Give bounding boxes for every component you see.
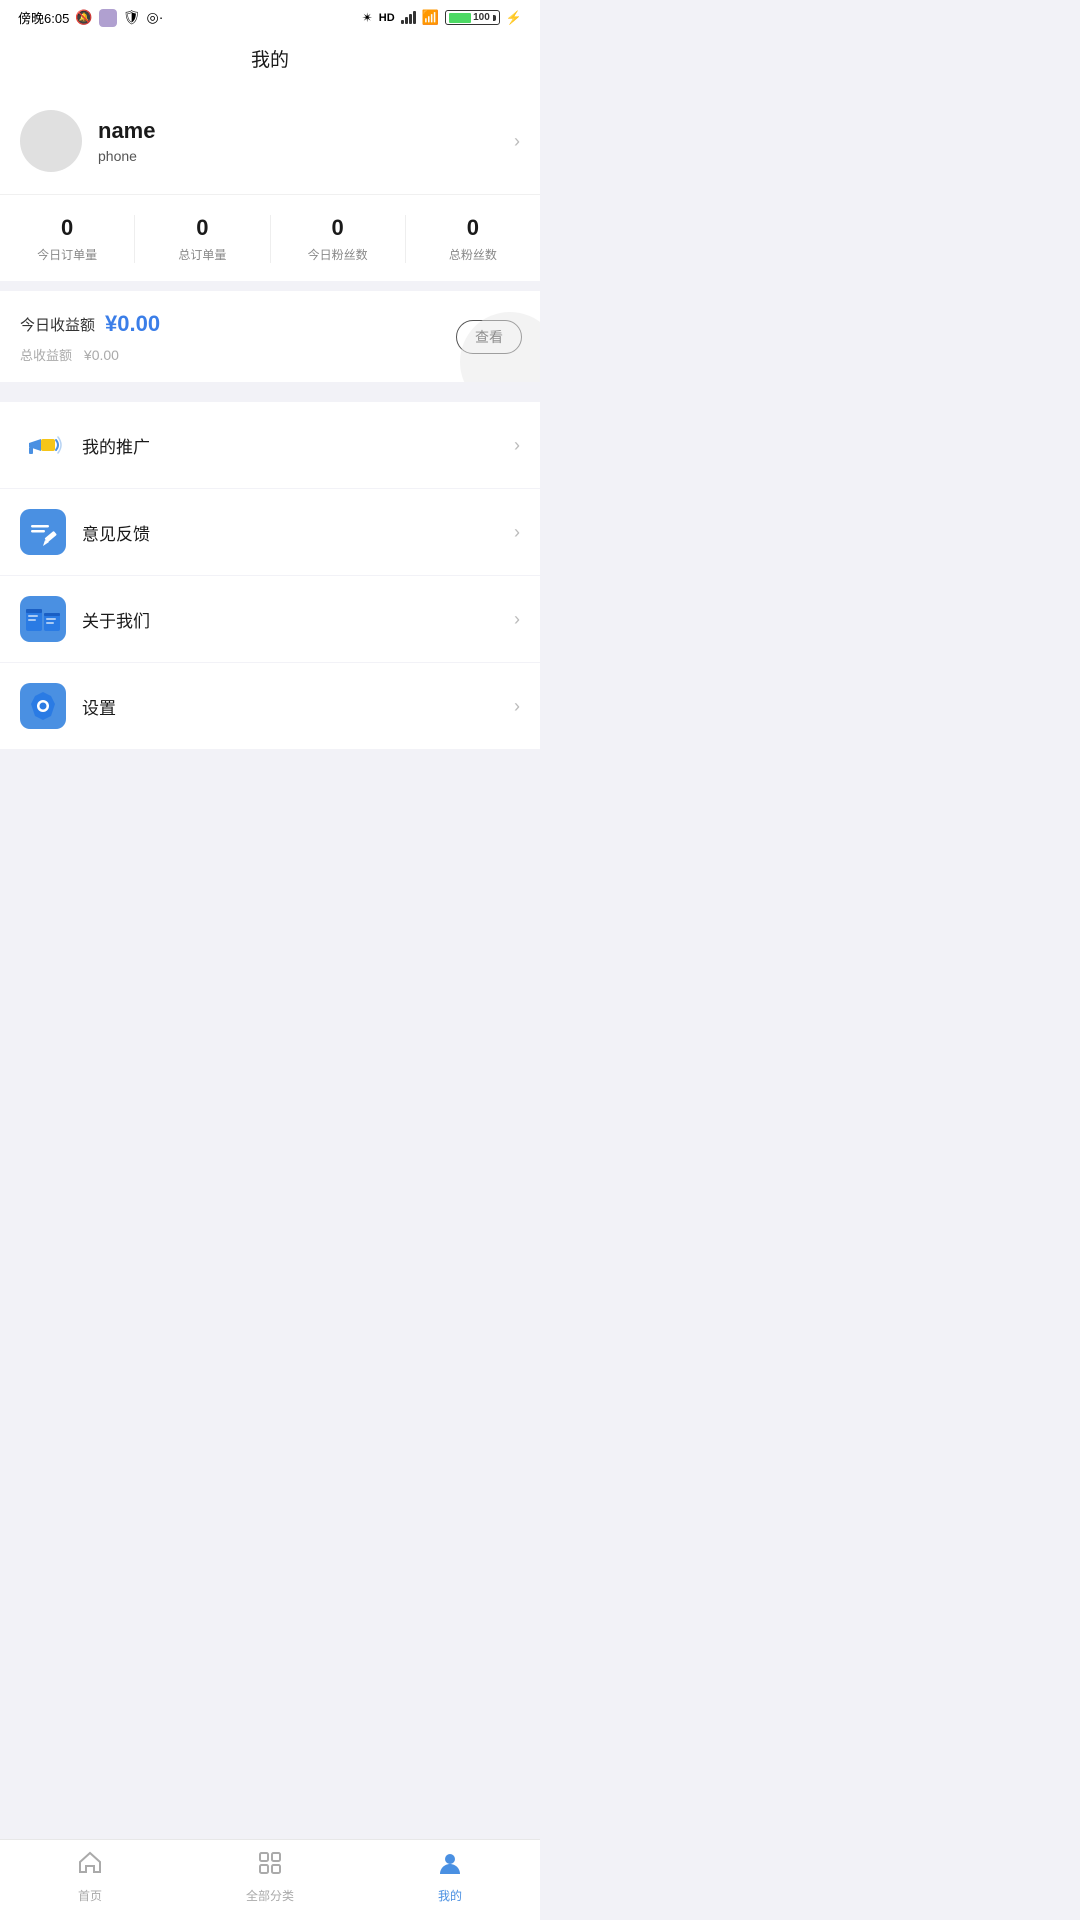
status-time: 傍晚6:05 🔕 🛡 ◎· — [18, 8, 163, 27]
profile-name: name — [98, 118, 514, 144]
stats-section: 0 今日订单量 0 总订单量 0 今日粉丝数 0 总粉丝数 — [0, 194, 540, 281]
page-title: 我的 — [0, 31, 540, 88]
stat-total-fans: 0 总粉丝数 — [406, 215, 540, 263]
profile-phone: phone — [98, 148, 514, 164]
menu-item-about[interactable]: 关于我们 › — [0, 576, 540, 663]
earnings-today-label: 今日收益额 — [20, 314, 95, 335]
location-icon: ◎· — [147, 9, 164, 26]
settings-icon — [20, 683, 66, 729]
profile-section[interactable]: name phone › — [0, 88, 540, 194]
hd-label: HD — [379, 12, 395, 24]
promo-icon — [20, 422, 66, 468]
menu-item-feedback[interactable]: 意见反馈 › — [0, 489, 540, 576]
menu-chevron-settings: › — [514, 696, 520, 717]
nav-mine[interactable]: 我的 — [360, 1850, 540, 1904]
categories-icon — [257, 1850, 283, 1883]
menu-item-promo[interactable]: 我的推广 › — [0, 402, 540, 489]
profile-chevron: › — [514, 131, 520, 152]
nav-categories-label: 全部分类 — [246, 1887, 294, 1904]
menu-label-promo: 我的推广 — [82, 433, 514, 458]
status-bar: 傍晚6:05 🔕 🛡 ◎· ✴ HD 📶 100 ⚡ — [0, 0, 540, 31]
nav-home-label: 首页 — [78, 1887, 102, 1904]
earnings-today-value: ¥0.00 — [105, 311, 160, 337]
earnings-total-value: ¥0.00 — [80, 347, 119, 363]
menu-chevron-about: › — [514, 609, 520, 630]
earnings-section: 今日收益额 ¥0.00 总收益额 ¥0.00 查看 — [0, 291, 540, 382]
app-icon — [99, 9, 117, 27]
stat-total-orders: 0 总订单量 — [135, 215, 270, 263]
stat-today-orders: 0 今日订单量 — [0, 215, 135, 263]
mine-icon — [437, 1850, 463, 1883]
nav-mine-label: 我的 — [438, 1887, 462, 1904]
home-icon — [77, 1850, 103, 1883]
signal-icon — [401, 11, 416, 24]
feedback-icon — [20, 509, 66, 555]
charging-icon: ⚡ — [506, 10, 522, 26]
nav-categories[interactable]: 全部分类 — [180, 1850, 360, 1904]
nav-home[interactable]: 首页 — [0, 1850, 180, 1904]
menu-chevron-promo: › — [514, 435, 520, 456]
earnings-total-row: 总收益额 ¥0.00 — [20, 345, 520, 364]
section-divider-2 — [0, 382, 540, 392]
menu-chevron-feedback: › — [514, 522, 520, 543]
menu-label-feedback: 意见反馈 — [82, 520, 514, 545]
shield-icon: 🛡 — [123, 9, 141, 26]
avatar — [20, 110, 82, 172]
stat-today-fans: 0 今日粉丝数 — [271, 215, 406, 263]
earnings-today-row: 今日收益额 ¥0.00 — [20, 311, 520, 337]
section-divider-1 — [0, 281, 540, 291]
menu-label-settings: 设置 — [82, 694, 514, 719]
menu-section: 我的推广 › 意见反馈 › — [0, 402, 540, 749]
bottom-spacer — [0, 749, 540, 909]
profile-info: name phone — [98, 118, 514, 164]
menu-label-about: 关于我们 — [82, 607, 514, 632]
bottom-navigation: 首页 全部分类 我的 — [0, 1839, 540, 1920]
battery-indicator: 100 — [445, 10, 500, 25]
wifi-icon: 📶 — [422, 9, 439, 26]
menu-item-settings[interactable]: 设置 › — [0, 663, 540, 749]
earnings-total-label: 总收益额 — [20, 345, 72, 364]
about-icon — [20, 596, 66, 642]
notification-icon: 🔕 — [75, 9, 92, 26]
status-icons: ✴ HD 📶 100 ⚡ — [362, 9, 522, 26]
bluetooth-icon: ✴ — [362, 10, 373, 26]
